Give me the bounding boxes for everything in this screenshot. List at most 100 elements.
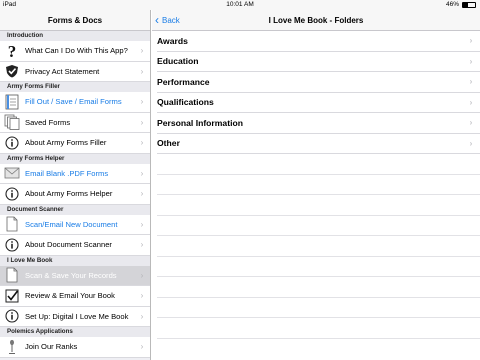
empty-row bbox=[157, 175, 480, 195]
section-header-army-forms-filler: Army Forms Filler bbox=[0, 82, 150, 92]
folder-label: Qualifications bbox=[157, 97, 214, 108]
folder-label: Performance bbox=[157, 76, 210, 87]
menu-item-saved-forms[interactable]: Saved Forms › bbox=[0, 112, 150, 133]
section-header-document-scanner: Document Scanner bbox=[0, 204, 150, 215]
folder-awards[interactable]: Awards › bbox=[157, 31, 480, 52]
chevron-right-icon: › bbox=[140, 240, 144, 250]
menu-item-label: Saved Forms bbox=[25, 117, 71, 127]
info-icon bbox=[4, 237, 20, 253]
battery-icon bbox=[462, 2, 476, 8]
empty-row bbox=[157, 298, 480, 318]
chevron-right-icon: › bbox=[140, 270, 144, 280]
menu-item-set-up-digital-i-love-me-book[interactable]: Set Up: Digital I Love Me Book › bbox=[0, 306, 150, 327]
empty-row bbox=[157, 154, 480, 175]
info-icon bbox=[4, 186, 20, 202]
envelope-icon bbox=[4, 165, 20, 181]
empty-row bbox=[157, 277, 480, 298]
empty-row bbox=[157, 257, 480, 277]
menu-item-label: Set Up: Digital I Love Me Book bbox=[25, 311, 129, 321]
section-header-polemics-applications: Polemics Applications bbox=[0, 327, 150, 337]
menu-item-about-army-forms-helper[interactable]: About Army Forms Helper › bbox=[0, 184, 150, 205]
shield-icon bbox=[4, 63, 20, 79]
folder-label: Other bbox=[157, 138, 180, 149]
chevron-right-icon: › bbox=[469, 77, 473, 87]
empty-row bbox=[157, 216, 480, 236]
empty-row bbox=[157, 236, 480, 257]
section-header-army-forms-helper: Army Forms Helper bbox=[0, 153, 150, 164]
menu-item-label: About Army Forms Filler bbox=[25, 138, 107, 148]
section-header-i-love-me-book: I Love Me Book bbox=[0, 255, 150, 266]
back-button[interactable]: ‹ Back bbox=[155, 10, 180, 31]
chevron-right-icon: › bbox=[140, 46, 144, 56]
chevron-right-icon: › bbox=[140, 342, 144, 352]
chevron-right-icon: › bbox=[469, 138, 473, 148]
chevron-right-icon: › bbox=[140, 117, 144, 127]
checkbox-icon bbox=[4, 288, 20, 304]
menu-item-review-email-your-book[interactable]: Review & Email Your Book › bbox=[0, 286, 150, 307]
chevron-right-icon: › bbox=[469, 97, 473, 107]
menu-item-label: About Document Scanner bbox=[25, 240, 112, 250]
menu-item-fill-out-save-email-forms[interactable]: Fill Out / Save / Email Forms › bbox=[0, 92, 150, 113]
chevron-right-icon: › bbox=[469, 56, 473, 66]
menu-item-label: Privacy Act Statement bbox=[25, 66, 100, 76]
menu-item-about-document-scanner[interactable]: About Document Scanner › bbox=[0, 235, 150, 256]
empty-row bbox=[157, 195, 480, 216]
detail-nav-bar: I Love Me Book - Folders ‹ Back bbox=[152, 10, 480, 31]
microphone-icon bbox=[4, 339, 20, 355]
folder-label: Awards bbox=[157, 35, 188, 46]
clock: 10:01 AM bbox=[226, 1, 254, 8]
chevron-right-icon: › bbox=[140, 311, 144, 321]
section-header-introduction: Introduction bbox=[0, 31, 150, 41]
chevron-right-icon: › bbox=[140, 291, 144, 301]
folder-performance[interactable]: Performance › bbox=[157, 72, 480, 93]
document-icon bbox=[4, 267, 20, 283]
menu-item-scan-save-your-records[interactable]: Scan & Save Your Records › bbox=[0, 265, 150, 286]
chevron-right-icon: › bbox=[469, 118, 473, 128]
menu-item-label: Email Blank .PDF Forms bbox=[25, 168, 109, 178]
document-icon bbox=[4, 216, 20, 232]
master-list: Introduction? What Can I Do With This App… bbox=[0, 31, 150, 358]
battery-percent: 46% bbox=[445, 1, 459, 8]
chevron-right-icon: › bbox=[140, 66, 144, 76]
chevron-right-icon: › bbox=[140, 189, 144, 199]
folder-label: Education bbox=[157, 56, 199, 67]
folder-list: Awards › Education › Performance › Qualificati… bbox=[157, 31, 480, 339]
chevron-right-icon: › bbox=[140, 219, 144, 229]
chevron-left-icon: ‹ bbox=[155, 13, 159, 27]
form-icon bbox=[4, 94, 20, 110]
folder-other[interactable]: Other › bbox=[157, 134, 480, 154]
svg-text:?: ? bbox=[8, 43, 17, 59]
menu-item-email-blank-pdf-forms[interactable]: Email Blank .PDF Forms › bbox=[0, 163, 150, 184]
back-label: Back bbox=[162, 16, 180, 25]
folder-label: Personal Information bbox=[157, 117, 243, 128]
menu-item-label: Review & Email Your Book bbox=[25, 291, 115, 301]
master-title: Forms & Docs bbox=[0, 10, 150, 31]
menu-item-label: Join Our Ranks bbox=[25, 342, 78, 352]
menu-item-privacy-act-statement[interactable]: Privacy Act Statement › bbox=[0, 61, 150, 82]
detail-panel: I Love Me Book - Folders ‹ Back Awards › E… bbox=[152, 10, 480, 360]
battery-status: 46% bbox=[446, 0, 476, 10]
menu-item-label: Scan/Email New Document bbox=[25, 219, 118, 229]
chevron-right-icon: › bbox=[469, 36, 473, 46]
menu-item-join-our-ranks[interactable]: Join Our Ranks › bbox=[0, 337, 150, 358]
folder-education[interactable]: Education › bbox=[157, 52, 480, 72]
menu-item-scan-email-new-document[interactable]: Scan/Email New Document › bbox=[0, 214, 150, 235]
folder-personal-information[interactable]: Personal Information › bbox=[157, 113, 480, 134]
info-icon bbox=[4, 308, 20, 324]
status-bar: iPad 10:01 AM 46% bbox=[0, 0, 480, 10]
question-icon: ? bbox=[4, 43, 20, 59]
menu-item-about-army-forms-filler[interactable]: About Army Forms Filler › bbox=[0, 133, 150, 154]
chevron-right-icon: › bbox=[140, 97, 144, 107]
chevron-right-icon: › bbox=[140, 138, 144, 148]
folder-qualifications[interactable]: Qualifications › bbox=[157, 93, 480, 113]
menu-item-what-can-i-do-with-this-app[interactable]: ? What Can I Do With This App? › bbox=[0, 41, 150, 62]
chevron-right-icon: › bbox=[140, 168, 144, 178]
menu-item-label: About Army Forms Helper bbox=[25, 189, 113, 199]
menu-item-label: Fill Out / Save / Email Forms bbox=[25, 97, 122, 107]
detail-title: I Love Me Book - Folders bbox=[268, 16, 364, 25]
menu-item-label: What Can I Do With This App? bbox=[25, 46, 128, 56]
empty-row bbox=[157, 318, 480, 339]
master-panel: Forms & Docs Introduction? What Can I Do … bbox=[0, 10, 151, 360]
menu-item-label: Scan & Save Your Records bbox=[25, 270, 117, 280]
info-icon bbox=[4, 135, 20, 151]
